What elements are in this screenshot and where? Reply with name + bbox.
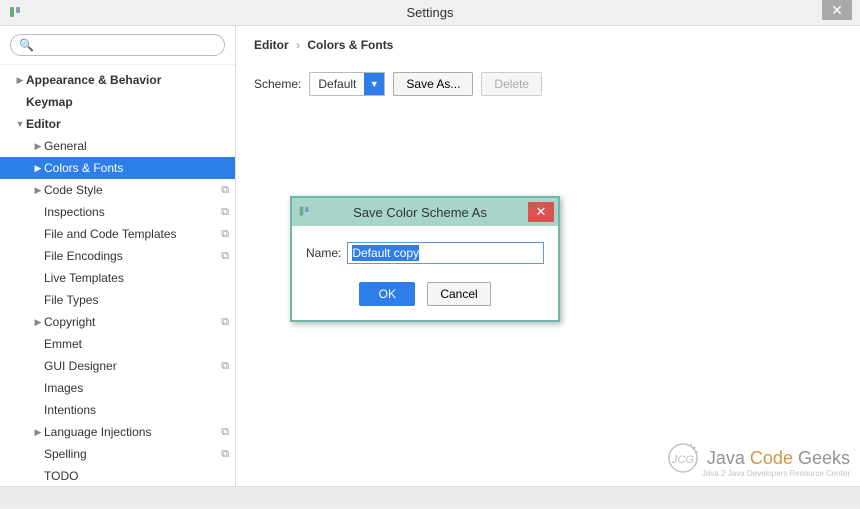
name-label: Name: [306,246,341,260]
name-row: Name: Default copy [306,242,544,264]
save-scheme-dialog: Save Color Scheme As ✕ Name: Default cop… [290,196,560,322]
dialog-body: Name: Default copy OK Cancel [292,226,558,320]
dialog-titlebar: Save Color Scheme As ✕ [292,198,558,226]
dialog-close-button[interactable]: ✕ [528,202,554,222]
name-input[interactable]: Default copy [347,242,544,264]
dialog-button-row: OK Cancel [306,282,544,306]
name-input-value: Default copy [352,245,419,261]
modal-overlay: Save Color Scheme As ✕ Name: Default cop… [0,0,860,509]
dialog-title: Save Color Scheme As [312,205,528,220]
close-icon: ✕ [536,204,547,220]
ok-button[interactable]: OK [359,282,415,306]
dialog-logo-icon [298,205,312,219]
cancel-button[interactable]: Cancel [427,282,490,306]
